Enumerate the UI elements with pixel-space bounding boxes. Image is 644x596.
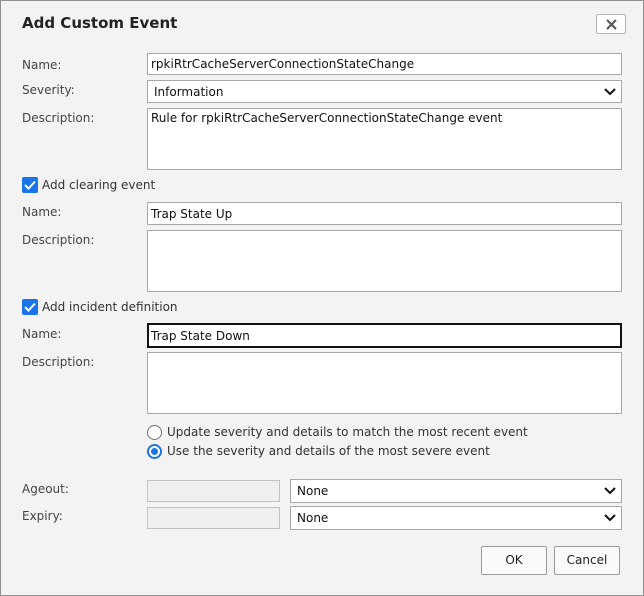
event-description-label: Description: xyxy=(22,111,95,125)
add-custom-event-dialog: Add Custom Event Name: Severity: Informa… xyxy=(0,0,644,596)
most-recent-radio[interactable] xyxy=(147,425,162,440)
chevron-down-icon xyxy=(604,487,616,495)
event-name-label: Name: xyxy=(22,58,62,72)
incident-description-textarea[interactable] xyxy=(147,352,622,414)
severity-label: Severity: xyxy=(22,83,75,97)
clearing-name-input[interactable] xyxy=(147,202,622,225)
most-severe-radio-label: Use the severity and details of the most… xyxy=(167,444,490,458)
incident-description-label: Description: xyxy=(22,355,95,369)
ageout-unit-select[interactable]: None xyxy=(290,479,622,503)
add-clearing-event-checkbox[interactable] xyxy=(22,177,38,193)
severity-select[interactable]: Information xyxy=(147,80,622,103)
chevron-down-icon xyxy=(604,88,616,96)
incident-name-input[interactable] xyxy=(147,323,622,348)
clearing-description-textarea[interactable] xyxy=(147,230,622,292)
add-incident-definition-label: Add incident definition xyxy=(42,300,178,314)
expiry-unit-value: None xyxy=(297,511,329,525)
checkmark-icon xyxy=(24,302,36,312)
cancel-button[interactable]: Cancel xyxy=(554,546,620,575)
ageout-input[interactable] xyxy=(147,480,280,502)
clearing-name-label: Name: xyxy=(22,205,62,219)
add-incident-definition-checkbox[interactable] xyxy=(22,299,38,315)
expiry-unit-select[interactable]: None xyxy=(290,506,622,530)
incident-name-label: Name: xyxy=(22,327,62,341)
event-name-input[interactable] xyxy=(147,53,622,75)
add-clearing-event-label: Add clearing event xyxy=(42,178,156,192)
ageout-unit-value: None xyxy=(297,484,329,498)
checkmark-icon xyxy=(24,180,36,190)
most-severe-radio[interactable] xyxy=(147,444,162,459)
severity-select-value: Information xyxy=(154,85,224,99)
close-icon xyxy=(606,19,617,30)
event-description-textarea[interactable]: Rule for rpkiRtrCacheServerConnectionSta… xyxy=(147,108,622,170)
expiry-input[interactable] xyxy=(147,507,280,529)
clearing-description-label: Description: xyxy=(22,233,95,247)
chevron-down-icon xyxy=(604,514,616,522)
ageout-label: Ageout: xyxy=(22,482,69,496)
expiry-label: Expiry: xyxy=(22,509,63,523)
close-button[interactable] xyxy=(596,14,626,34)
most-recent-radio-label: Update severity and details to match the… xyxy=(167,425,528,439)
dialog-titlebar: Add Custom Event xyxy=(1,1,643,43)
dialog-title: Add Custom Event xyxy=(22,14,178,32)
ok-button[interactable]: OK xyxy=(481,546,547,575)
